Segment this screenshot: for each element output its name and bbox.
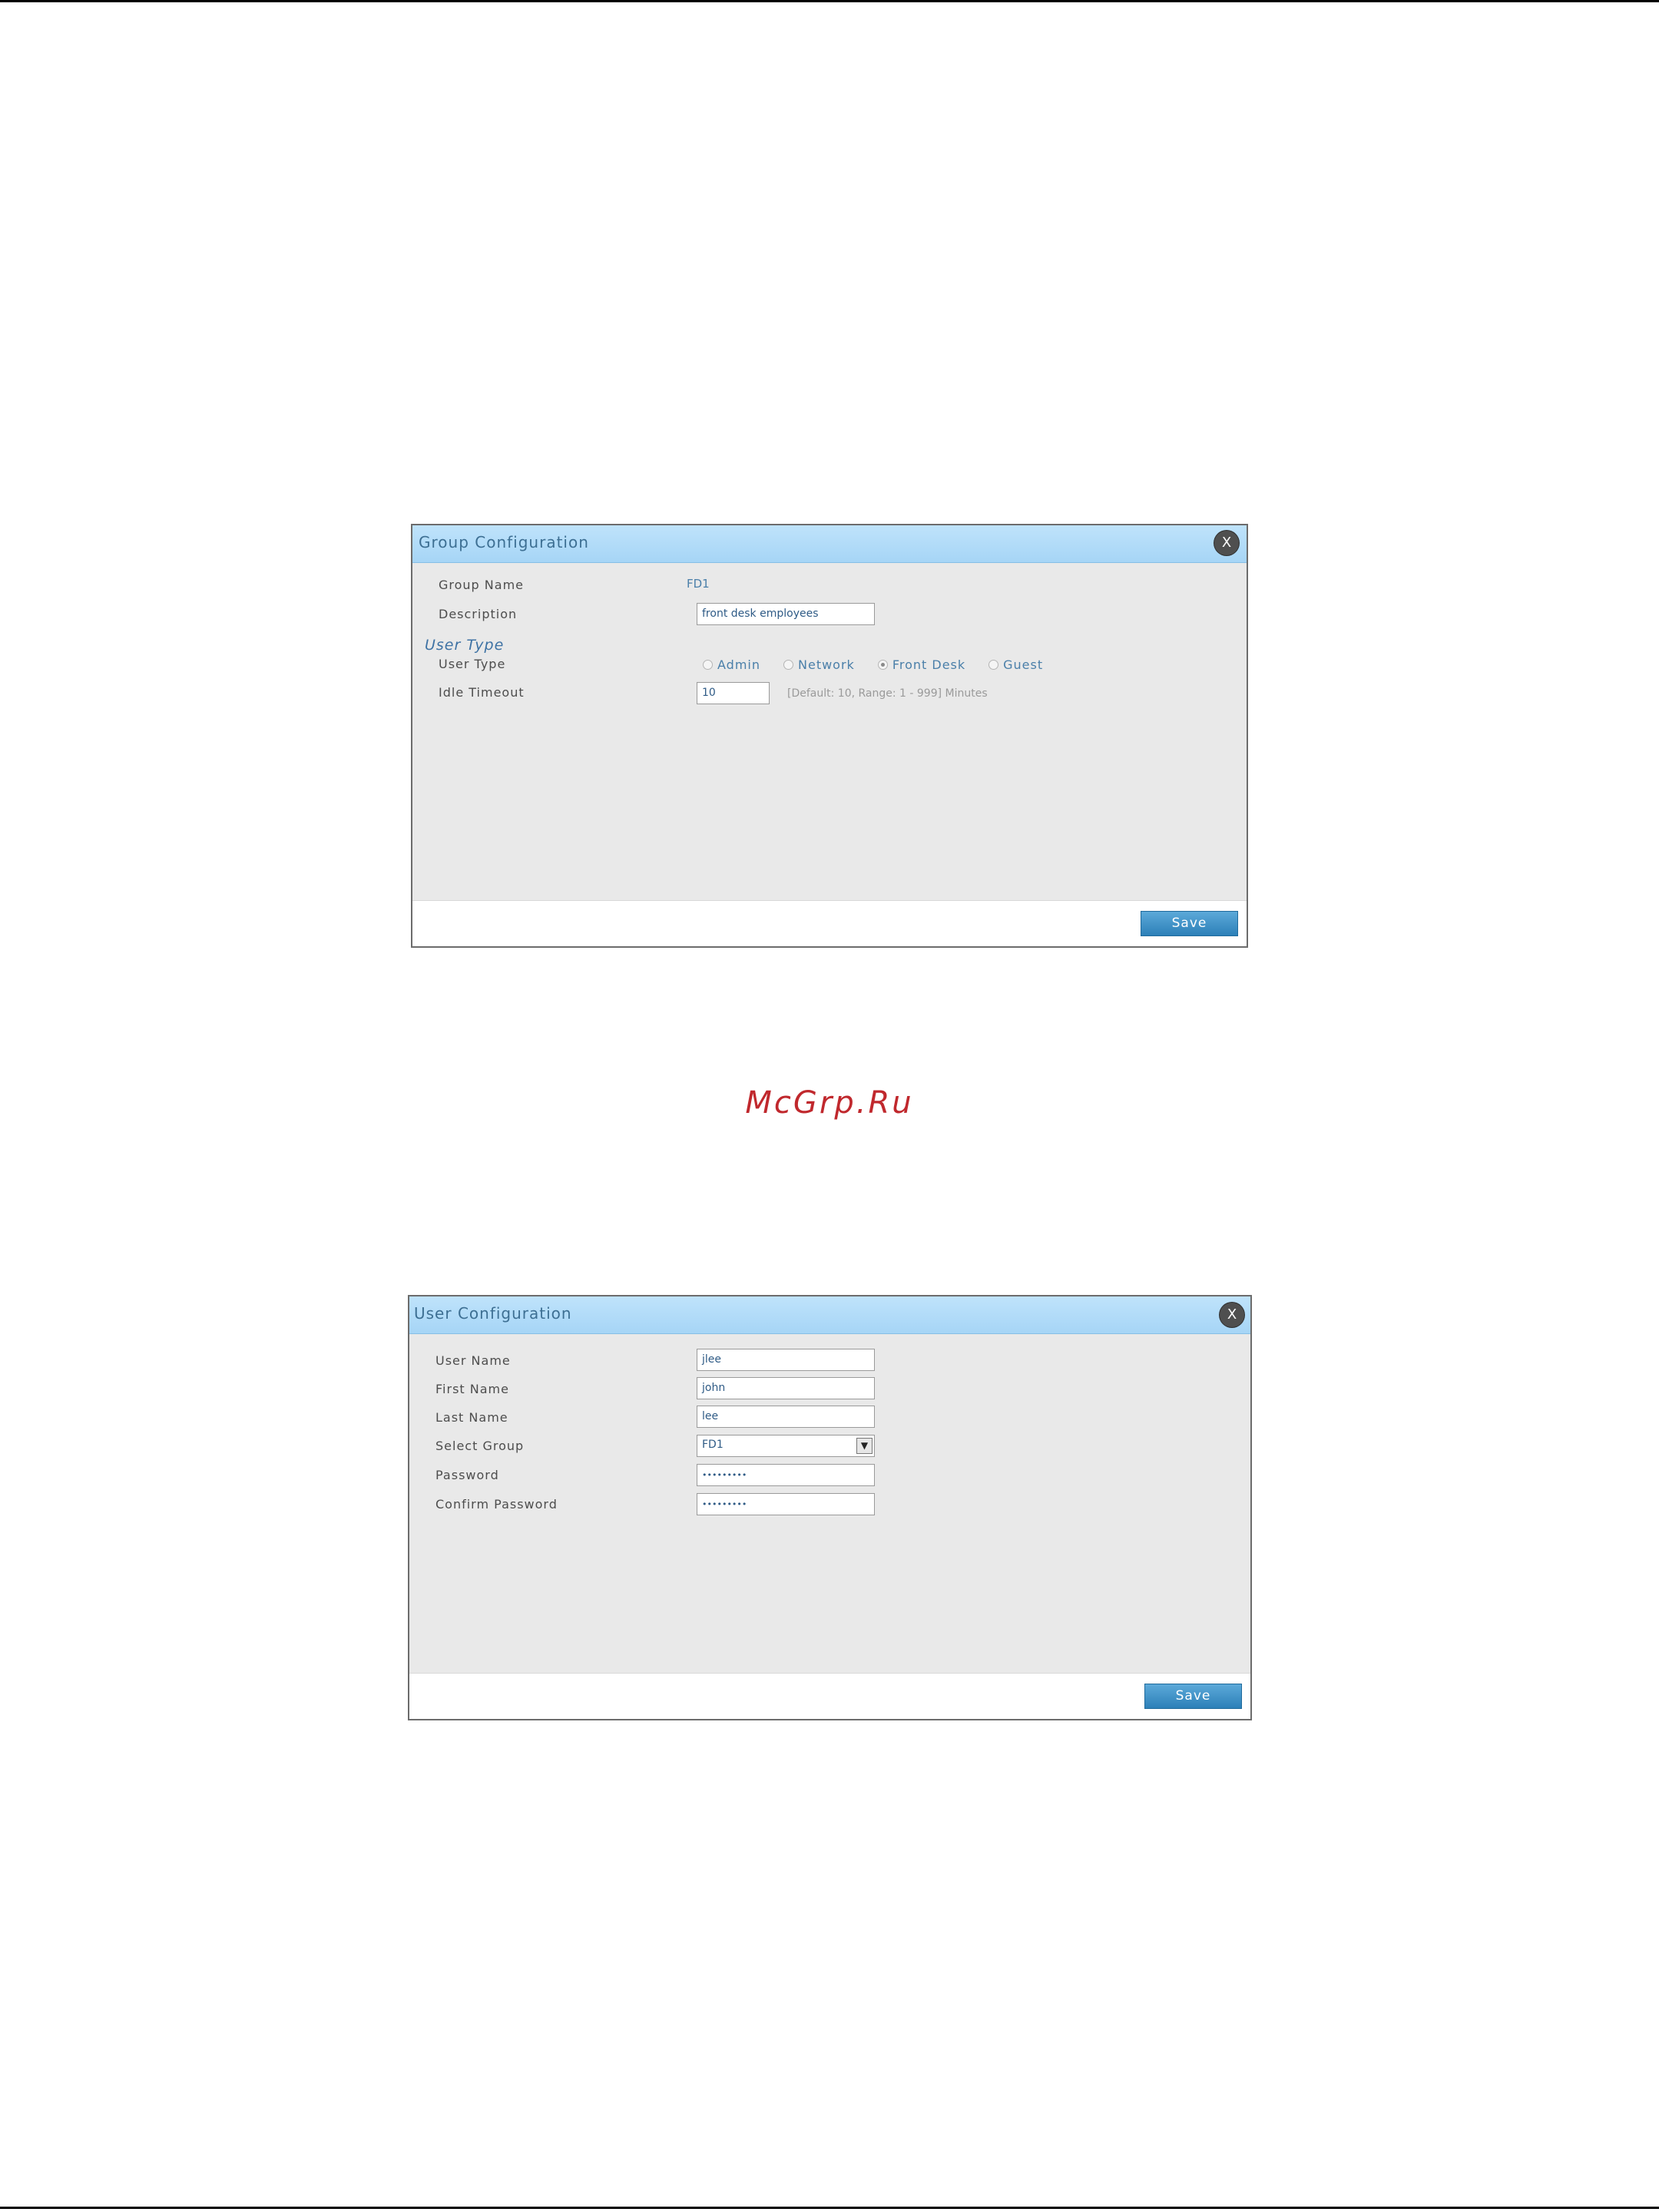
- last-name-input[interactable]: lee: [697, 1406, 875, 1428]
- group-dialog-title: Group Configuration: [419, 533, 589, 551]
- user-type-guest-radio[interactable]: Guest: [988, 657, 1043, 672]
- user-type-front-desk-radio[interactable]: Front Desk: [877, 657, 965, 672]
- user-type-admin-radio[interactable]: Admin: [703, 657, 760, 672]
- password-input[interactable]: •••••••••: [697, 1464, 875, 1486]
- group-name-value: FD1: [687, 577, 710, 591]
- select-group-value: FD1: [702, 1439, 724, 1451]
- user-name-label: User Name: [435, 1353, 511, 1368]
- user-dialog-title: User Configuration: [414, 1304, 572, 1323]
- radio-circle-icon: [783, 660, 793, 670]
- confirm-password-label: Confirm Password: [435, 1497, 558, 1512]
- user-type-network-radio[interactable]: Network: [783, 657, 855, 672]
- confirm-password-input[interactable]: •••••••••: [697, 1493, 875, 1515]
- idle-timeout-label: Idle Timeout: [439, 685, 525, 700]
- idle-timeout-hint: [Default: 10, Range: 1 - 999] Minutes: [787, 687, 988, 700]
- page-top-rule: [0, 0, 1659, 2]
- user-dialog-close-button[interactable]: X: [1220, 1303, 1244, 1327]
- description-input[interactable]: front desk employees: [697, 603, 875, 625]
- user-name-input[interactable]: jlee: [697, 1349, 875, 1371]
- user-dialog-footer: Save: [409, 1673, 1250, 1719]
- radio-circle-icon: [703, 660, 713, 670]
- idle-timeout-input[interactable]: 10: [697, 682, 770, 704]
- user-type-label: User Type: [439, 657, 506, 671]
- radio-circle-icon: [988, 660, 999, 670]
- user-configuration-dialog: User Configuration X User Name jlee Firs…: [408, 1295, 1252, 1720]
- group-dialog-footer: Save: [412, 900, 1247, 946]
- user-type-radio-group: Admin Network Front Desk Guest: [703, 657, 1066, 672]
- description-label: Description: [439, 607, 518, 621]
- group-dialog-close-button[interactable]: X: [1214, 531, 1239, 555]
- group-name-label: Group Name: [439, 578, 524, 592]
- group-configuration-dialog: Group Configuration X Group Name FD1 Des…: [411, 524, 1248, 948]
- chevron-down-icon[interactable]: ▼: [856, 1438, 873, 1454]
- first-name-label: First Name: [435, 1382, 509, 1396]
- user-type-section-title: User Type: [425, 637, 505, 654]
- password-label: Password: [435, 1468, 499, 1482]
- select-group-dropdown[interactable]: FD1 ▼: [697, 1435, 875, 1457]
- radio-checked-icon: [877, 660, 888, 670]
- select-group-label: Select Group: [435, 1439, 525, 1453]
- user-dialog-titlebar: User Configuration X: [409, 1296, 1250, 1334]
- first-name-input[interactable]: john: [697, 1377, 875, 1399]
- user-save-button[interactable]: Save: [1144, 1684, 1242, 1709]
- group-dialog-titlebar: Group Configuration X: [412, 525, 1247, 563]
- group-save-button[interactable]: Save: [1141, 911, 1238, 936]
- last-name-label: Last Name: [435, 1410, 508, 1425]
- page-bottom-rule: [0, 2207, 1659, 2209]
- watermark: McGrp.Ru: [745, 1085, 914, 1121]
